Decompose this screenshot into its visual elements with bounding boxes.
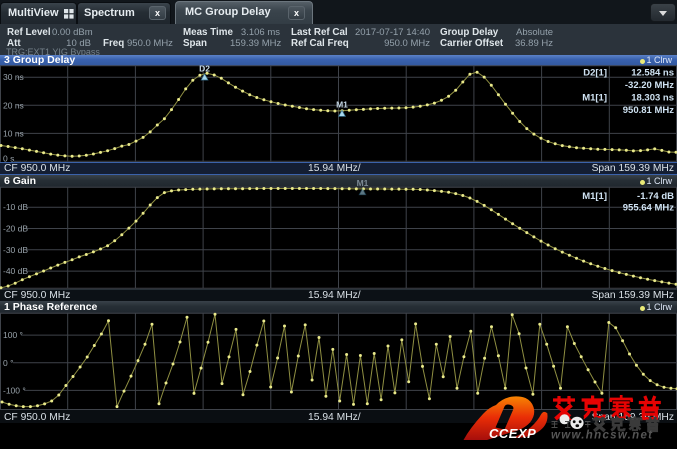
svg-text:-40 dB: -40 dB xyxy=(3,266,28,276)
svg-text:D2[1]: D2[1] xyxy=(583,68,607,79)
svg-text:950.81 MHz: 950.81 MHz xyxy=(623,105,674,116)
svg-text:www.hncsw.net: www.hncsw.net xyxy=(551,430,653,442)
svg-text:-1.74 dB: -1.74 dB xyxy=(637,191,674,202)
svg-text:M1[1]: M1[1] xyxy=(582,191,607,202)
svg-text:30 ns: 30 ns xyxy=(3,72,24,82)
svg-text:10 ns: 10 ns xyxy=(3,128,24,138)
svg-text:18.303 ns: 18.303 ns xyxy=(631,93,674,104)
svg-text:-30 dB: -30 dB xyxy=(3,245,28,255)
svg-text:-20 dB: -20 dB xyxy=(3,224,28,234)
svg-text:12.584 ns: 12.584 ns xyxy=(631,68,674,79)
svg-text:0 °: 0 ° xyxy=(3,358,14,368)
svg-text:M1[1]: M1[1] xyxy=(582,93,607,104)
svg-text:100 °: 100 ° xyxy=(3,330,23,340)
svg-text:0 s: 0 s xyxy=(3,153,14,163)
svg-text:-32.20 MHz: -32.20 MHz xyxy=(625,80,674,91)
svg-text:20 ns: 20 ns xyxy=(3,100,24,110)
svg-text:M1: M1 xyxy=(357,178,369,188)
svg-text:CCEXP: CCEXP xyxy=(489,426,536,441)
svg-text:D2: D2 xyxy=(199,64,210,74)
svg-text:955.64 MHz: 955.64 MHz xyxy=(623,203,674,214)
svg-text:M1: M1 xyxy=(336,100,348,110)
svg-text:-100 °: -100 ° xyxy=(3,385,26,395)
svg-text:-10 dB: -10 dB xyxy=(3,202,28,212)
